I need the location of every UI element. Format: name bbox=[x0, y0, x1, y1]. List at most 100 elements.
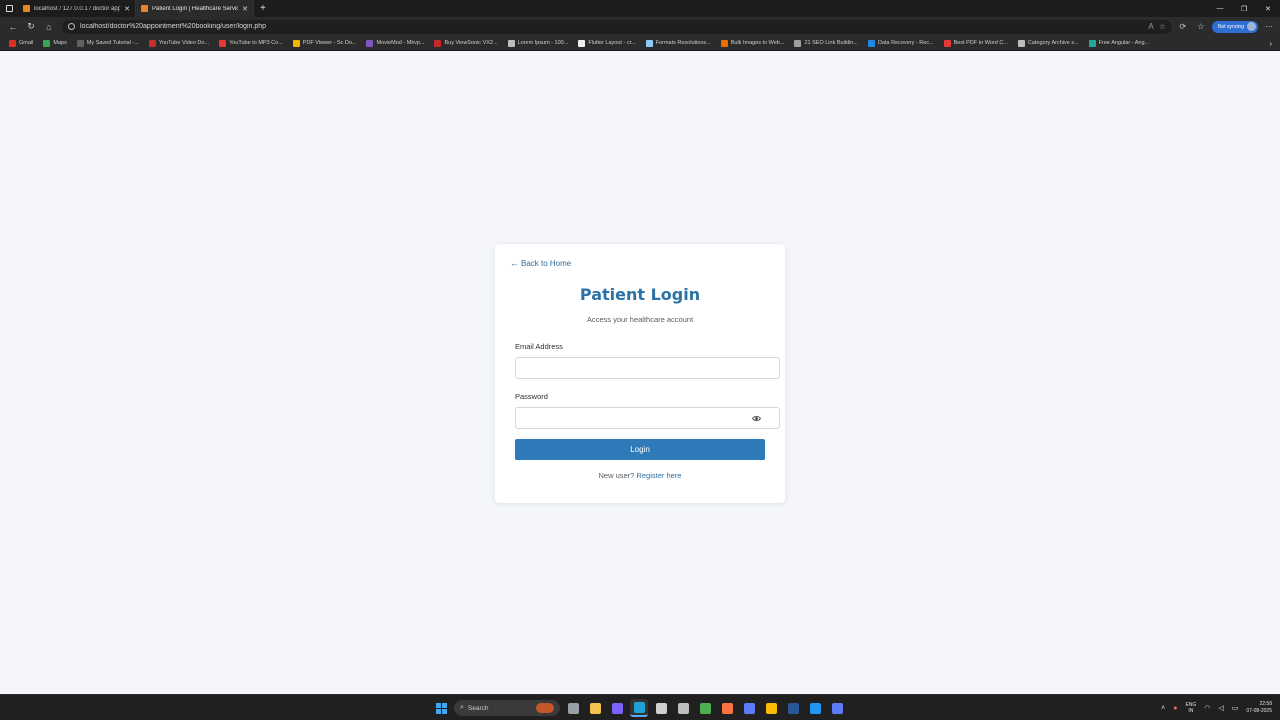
favorite-star-icon[interactable]: ☆ bbox=[1159, 22, 1166, 31]
bookmark-item[interactable]: MovieMod - Mkvp... bbox=[361, 39, 429, 47]
xbox-taskbar-button[interactable] bbox=[696, 699, 714, 717]
password-field[interactable] bbox=[515, 407, 780, 429]
store-taskbar-button[interactable] bbox=[652, 699, 670, 717]
bookmark-item[interactable]: Data Recovery - Rec... bbox=[863, 39, 939, 47]
search-icon: ⌕ bbox=[460, 704, 464, 711]
more-menu-icon[interactable]: ⋯ bbox=[1262, 22, 1276, 31]
bookmark-item[interactable]: Flutter Layout - cr... bbox=[573, 39, 640, 47]
windows-taskbar: ⌕ Search ˄ ● ENG IN ◠ ◁ ▭ 22:58 07-08-20… bbox=[0, 694, 1280, 720]
battery-icon[interactable]: ▭ bbox=[1232, 704, 1239, 712]
back-arrow-icon[interactable]: ← bbox=[4, 17, 22, 36]
register-link[interactable]: Register here bbox=[636, 471, 681, 480]
extensions-icon[interactable]: ⟳ bbox=[1176, 22, 1190, 31]
terminal-2-taskbar-button[interactable] bbox=[828, 699, 846, 717]
tray-overflow-icon[interactable]: ˄ bbox=[1161, 705, 1165, 712]
bookmark-item[interactable]: Formats Resolutions... bbox=[641, 39, 716, 47]
edge-taskbar-button[interactable] bbox=[630, 699, 648, 717]
edge-icon bbox=[633, 701, 645, 713]
tab-title: Patient Login | Healthcare Service bbox=[152, 5, 239, 12]
language-indicator[interactable]: ENG IN bbox=[1185, 702, 1196, 714]
browser-toolbar: ⟳ ☆ Not syncing ⋯ bbox=[1176, 20, 1276, 33]
browser-tab-active[interactable]: Patient Login | Healthcare Service ✕ bbox=[136, 0, 254, 17]
clock-date: 07-08-2025 bbox=[1246, 708, 1272, 714]
minimize-icon[interactable]: — bbox=[1208, 0, 1232, 17]
start-button[interactable] bbox=[432, 699, 450, 717]
chrome-taskbar-button[interactable] bbox=[762, 699, 780, 717]
bookmark-label: Formats Resolutions... bbox=[655, 40, 711, 46]
terminal-taskbar-button[interactable] bbox=[740, 699, 758, 717]
bookmark-item[interactable]: Buy ViewSonic VX2... bbox=[429, 39, 502, 47]
home-icon[interactable]: ⌂ bbox=[40, 17, 58, 36]
bookmark-label: YouTube Video Do... bbox=[158, 40, 210, 46]
restore-icon[interactable]: ❐ bbox=[1232, 0, 1256, 17]
toggle-password-visibility-icon[interactable] bbox=[752, 414, 761, 423]
bookmark-item[interactable]: 21 SEO Link Buildin... bbox=[789, 39, 863, 47]
bookmark-favicon-icon bbox=[720, 39, 728, 47]
url-text: localhost/doctor%20appointment%20booking… bbox=[80, 23, 267, 30]
bookmark-item[interactable]: Maps bbox=[38, 39, 71, 47]
file-explorer-taskbar-button[interactable] bbox=[586, 699, 604, 717]
refresh-icon[interactable]: ↻ bbox=[22, 17, 40, 36]
copilot-icon bbox=[611, 702, 623, 714]
bookmark-item[interactable]: Best PDF to Word C... bbox=[939, 39, 1013, 47]
bookmark-item[interactable]: YouTube Video Do... bbox=[144, 39, 214, 47]
bookmark-item[interactable]: Free Angular - Ang... bbox=[1084, 39, 1154, 47]
bookmark-favicon-icon bbox=[645, 39, 653, 47]
firefox-icon bbox=[721, 702, 733, 714]
bookmark-label: MovieMod - Mkvp... bbox=[376, 40, 425, 46]
vscode-taskbar-button[interactable] bbox=[806, 699, 824, 717]
bookmark-item[interactable]: Gmail bbox=[4, 39, 38, 47]
login-button[interactable]: Login bbox=[515, 439, 765, 460]
windows-logo-icon bbox=[435, 702, 447, 714]
bookmark-label: Buy ViewSonic VX2... bbox=[444, 40, 498, 46]
close-window-icon[interactable]: ✕ bbox=[1256, 0, 1280, 17]
bookmark-item[interactable]: My Saved Tutorial -... bbox=[72, 39, 144, 47]
tab-close-icon[interactable]: ✕ bbox=[242, 5, 248, 13]
word-taskbar-button[interactable] bbox=[784, 699, 802, 717]
window-controls: — ❐ ✕ bbox=[1208, 0, 1280, 17]
tab-actions-button[interactable] bbox=[0, 0, 18, 17]
browser-tab[interactable]: localhost / 127.0.0.1 / doctor app ✕ bbox=[18, 0, 136, 17]
bookmarks-overflow-icon[interactable]: › bbox=[1265, 39, 1276, 48]
password-label: Password bbox=[515, 392, 548, 401]
bookmark-item[interactable]: Lorem Ipsum - 100... bbox=[503, 39, 574, 47]
firefox-taskbar-button[interactable] bbox=[718, 699, 736, 717]
tab-close-icon[interactable]: ✕ bbox=[124, 5, 130, 13]
tray-app-icon[interactable]: ● bbox=[1173, 705, 1177, 712]
register-prompt: New user? Register here bbox=[495, 471, 785, 480]
site-info-icon[interactable] bbox=[68, 23, 75, 30]
system-tray: ˄ ● ENG IN ◠ ◁ ▭ 22:58 07-08-2025 bbox=[1161, 695, 1272, 720]
bookmark-item[interactable]: PDF Viewer - Sc Do... bbox=[288, 39, 362, 47]
bookmark-label: My Saved Tutorial -... bbox=[86, 40, 139, 46]
bookmark-item[interactable]: YouTube to MP3 Co... bbox=[214, 39, 288, 47]
taskbar-search[interactable]: ⌕ Search bbox=[454, 700, 560, 716]
vscode-icon bbox=[809, 702, 821, 714]
bookmark-item[interactable]: Category Archive s... bbox=[1013, 39, 1084, 47]
copilot-taskbar-button[interactable] bbox=[608, 699, 626, 717]
clock[interactable]: 22:58 07-08-2025 bbox=[1246, 701, 1272, 715]
bookmark-label: Lorem Ipsum - 100... bbox=[517, 40, 569, 46]
favorites-icon[interactable]: ☆ bbox=[1194, 22, 1208, 31]
bookmark-item[interactable]: Bulk Images to Web... bbox=[716, 39, 790, 47]
back-to-home-link[interactable]: ← Back to Home bbox=[510, 258, 571, 268]
bookmark-favicon-icon bbox=[76, 39, 84, 47]
wifi-icon[interactable]: ◠ bbox=[1204, 704, 1210, 712]
bookmark-label: Gmail bbox=[19, 40, 34, 46]
read-aloud-icon[interactable]: A bbox=[1148, 22, 1153, 31]
search-placeholder: Search bbox=[467, 704, 489, 712]
address-bar[interactable]: localhost/doctor%20appointment%20booking… bbox=[62, 19, 1172, 34]
email-field[interactable] bbox=[515, 357, 780, 379]
bookmark-label: Flutter Layout - cr... bbox=[588, 40, 636, 46]
lang-bottom: IN bbox=[1188, 708, 1194, 714]
bookmark-label: Best PDF to Word C... bbox=[953, 40, 1008, 46]
browser-tab-strip: localhost / 127.0.0.1 / doctor app ✕ Pat… bbox=[0, 0, 1280, 17]
settings-taskbar-button[interactable] bbox=[674, 699, 692, 717]
profile-button[interactable]: Not syncing bbox=[1211, 20, 1258, 33]
volume-icon[interactable]: ◁ bbox=[1218, 704, 1223, 712]
new-tab-button[interactable]: + bbox=[254, 3, 272, 14]
task-view-taskbar-button[interactable] bbox=[564, 699, 582, 717]
tab-actions-icon bbox=[5, 5, 13, 12]
bookmark-label: Data Recovery - Rec... bbox=[877, 40, 934, 46]
page-subtitle: Access your healthcare account bbox=[586, 315, 694, 324]
address-bar-row: ← ↻ ⌂ localhost/doctor%20appointment%20b… bbox=[0, 17, 1280, 36]
